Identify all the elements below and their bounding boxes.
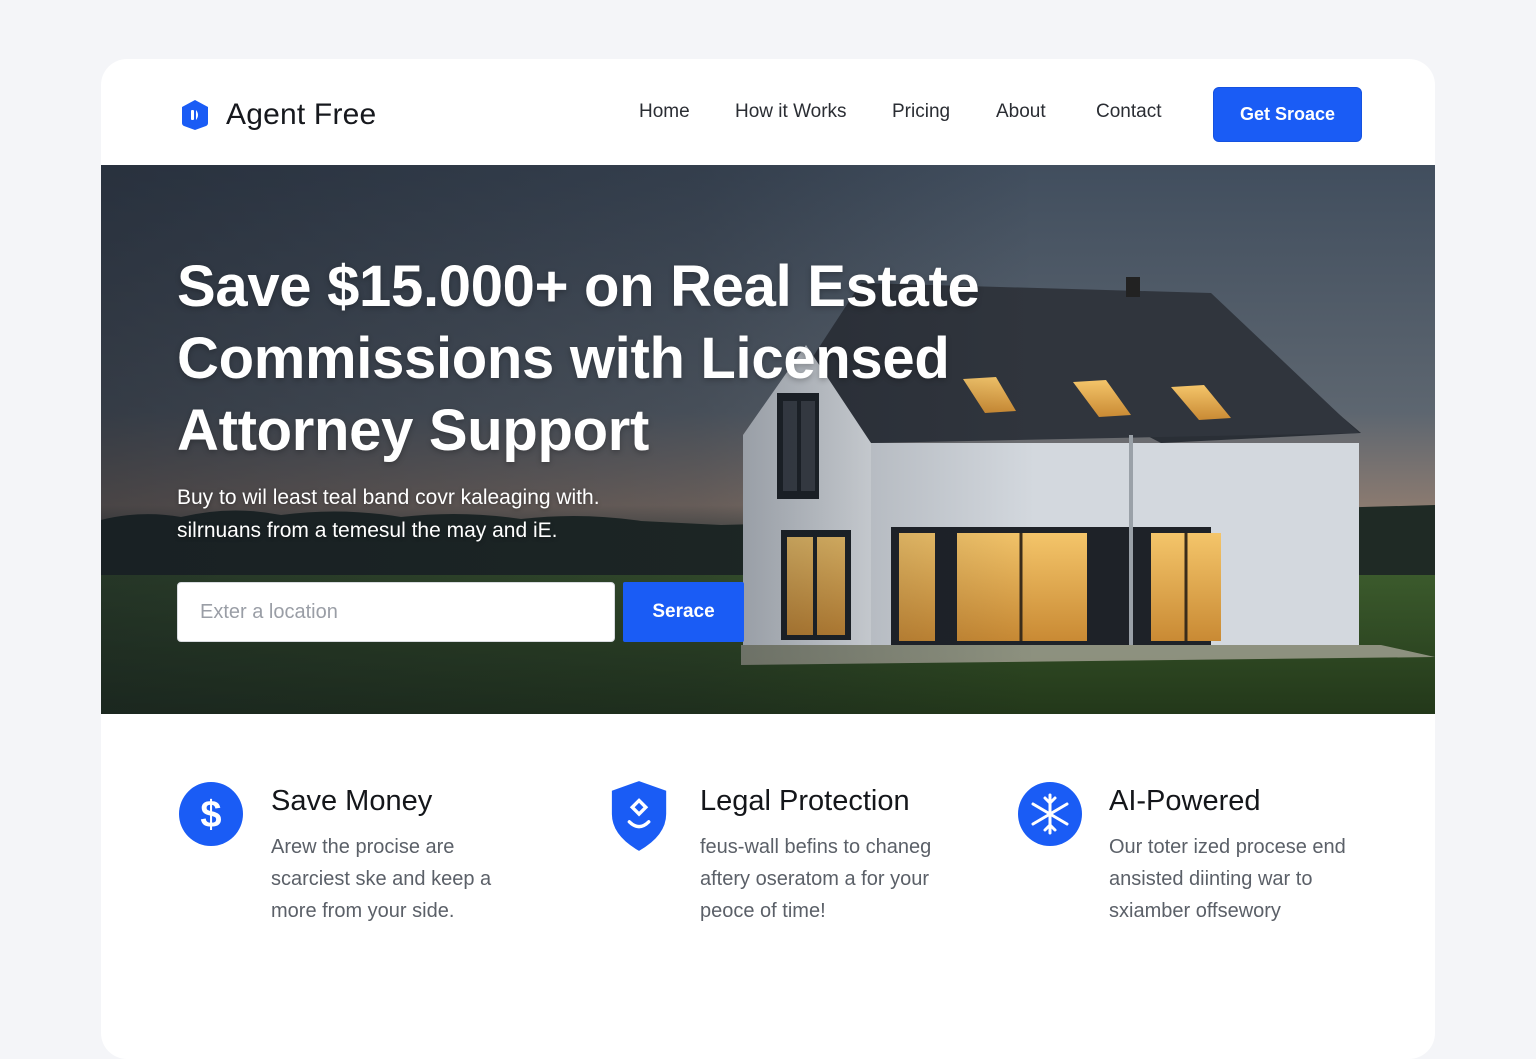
search-button[interactable]: Serace (623, 582, 744, 642)
feature-text: Our toter ized procese end ansisted diin… (1109, 836, 1346, 922)
shield-icon (611, 781, 667, 851)
hero-title: Save $15.000+ on Real Estate Commissions… (177, 254, 980, 463)
nav-about[interactable]: About (996, 101, 1046, 123)
hero-subtitle-line-2: silrnuans from a temesul the may and iE. (177, 519, 558, 542)
top-nav: Agent Free Home How it Works Pricing Abo… (101, 59, 1435, 165)
brand[interactable]: Agent Free (178, 97, 376, 133)
location-search-input[interactable] (177, 582, 615, 642)
feature-title: AI-Powered (1109, 785, 1261, 817)
feature-title: Save Money (271, 785, 433, 817)
feature-text: Arew the procise are scarciest ske and k… (271, 836, 492, 922)
snowflake-icon (1018, 782, 1082, 846)
nav-contact[interactable]: Contact (1096, 101, 1161, 123)
hero-subtitle-line-1: Buy to wil least teal band covr kaleagin… (177, 486, 600, 509)
nav-how-it-works[interactable]: How it Works (735, 101, 847, 123)
hexagon-logo-icon (182, 100, 208, 130)
page-card: Agent Free Home How it Works Pricing Abo… (101, 59, 1435, 1059)
brand-name: Agent Free (226, 98, 377, 131)
nav-home[interactable]: Home (639, 101, 690, 123)
feature-title: Legal Protection (700, 785, 910, 817)
nav-pricing[interactable]: Pricing (892, 101, 950, 123)
feature-text: feus-wall befins to chaneg aftery oserat… (700, 836, 932, 922)
dollar-icon: $ (179, 782, 243, 846)
hero-subtitle: Buy to wil least teal band covr kaleagin… (177, 481, 737, 547)
svg-text:$: $ (200, 794, 221, 836)
hero-section: Save $15.000+ on Real Estate Commissions… (101, 165, 1435, 714)
get-started-button[interactable]: Get Sroace (1213, 87, 1362, 142)
